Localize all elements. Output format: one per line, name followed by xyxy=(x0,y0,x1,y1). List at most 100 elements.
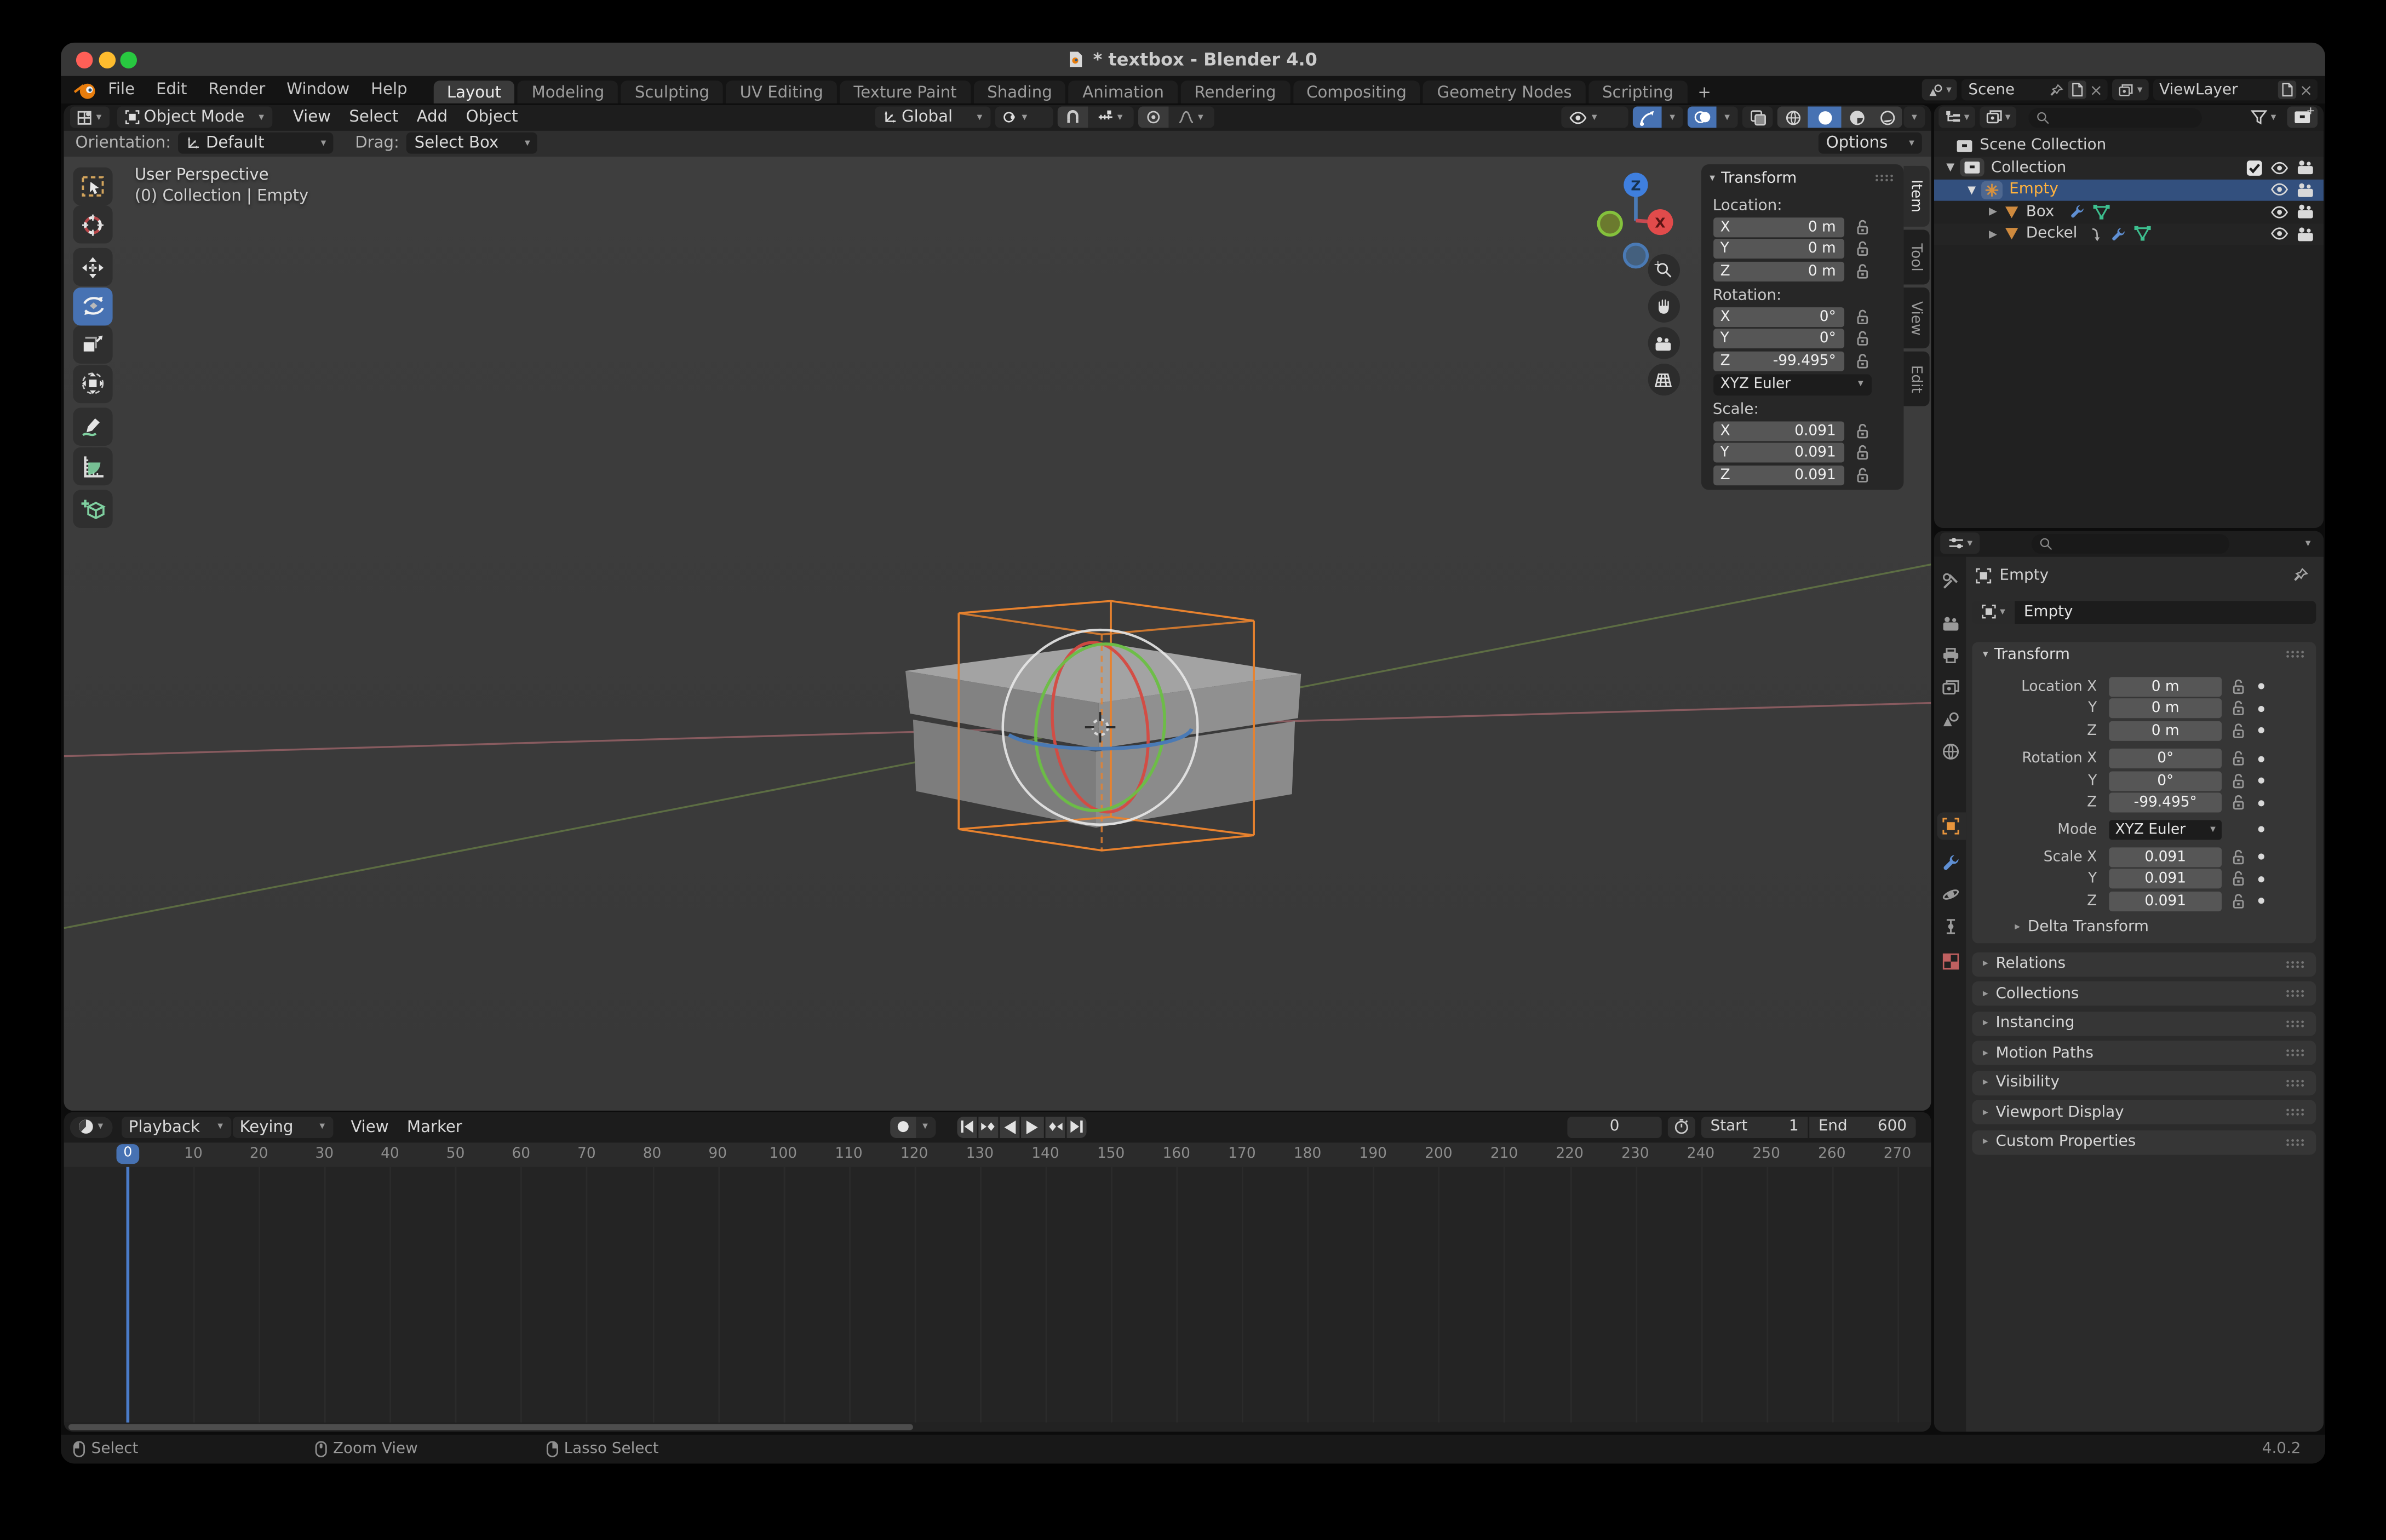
show-overlays-toggle[interactable] xyxy=(1688,106,1717,128)
shading-rendered-button[interactable] xyxy=(1872,106,1902,128)
menu-edit[interactable]: Edit xyxy=(146,81,198,99)
panel-visibility[interactable]: ▸Visibility xyxy=(1972,1070,2316,1094)
prop-rotation-y[interactable]: 0° xyxy=(2109,771,2222,790)
auto-keying-toggle[interactable] xyxy=(890,1116,915,1137)
lock-icon[interactable] xyxy=(2231,794,2246,811)
jump-to-next-keyframe-button[interactable] xyxy=(1045,1116,1064,1137)
prop-rotation-x[interactable]: 0° xyxy=(2109,749,2222,768)
frame-end-field[interactable]: End600 xyxy=(1809,1116,1915,1137)
prop-location-y[interactable]: 0 m xyxy=(2109,698,2222,718)
play-button[interactable] xyxy=(1020,1116,1043,1137)
rotation-z-field[interactable]: Z-99.495° xyxy=(1713,350,1844,370)
show-gizmo-toggle[interactable] xyxy=(1633,106,1662,128)
pin-id-icon[interactable] xyxy=(2292,567,2308,582)
properties-editor-type-dropdown[interactable]: ▾ xyxy=(1940,532,1980,554)
lock-icon[interactable] xyxy=(1854,422,1869,439)
menu-render[interactable]: Render xyxy=(198,81,276,99)
tab-object[interactable] xyxy=(1941,816,1959,834)
disable-render-camera-icon[interactable] xyxy=(2296,204,2314,220)
timeline-editor-type-dropdown[interactable]: ▾ xyxy=(69,1116,112,1137)
animate-dot[interactable] xyxy=(2258,854,2264,860)
tab-compositing[interactable]: Compositing xyxy=(1293,81,1420,104)
drag-mode-dropdown[interactable]: Select Box ▾ xyxy=(407,133,538,154)
toggle-xray-button[interactable] xyxy=(1742,106,1773,128)
panel-viewport-display[interactable]: ▸Viewport Display xyxy=(1972,1100,2316,1124)
animate-dot[interactable] xyxy=(2258,778,2264,784)
rotation-y-field[interactable]: Y0° xyxy=(1713,329,1844,348)
shading-material-preview-button[interactable] xyxy=(1842,106,1872,128)
lock-icon[interactable] xyxy=(1854,330,1869,347)
panel-grip-icon[interactable] xyxy=(1874,173,1894,182)
pivot-point-dropdown[interactable]: ▾ xyxy=(994,106,1052,128)
viewport-canvas[interactable]: User Perspective (0) Collection | Empty … xyxy=(63,157,1931,1110)
location-z-field[interactable]: Z0 m xyxy=(1713,261,1844,280)
rotation-x-field[interactable]: X0° xyxy=(1713,307,1844,326)
camera-view-button[interactable] xyxy=(1647,327,1679,359)
animate-dot[interactable] xyxy=(2258,705,2264,711)
exclude-checkbox[interactable] xyxy=(2245,159,2262,176)
n-panel-tab-edit[interactable]: Edit xyxy=(1903,352,1929,406)
rotation-mode-dropdown[interactable]: XYZ Euler▾ xyxy=(2109,819,2222,839)
expand-icon[interactable]: ▼ xyxy=(1968,183,1976,196)
timeline-track-area[interactable] xyxy=(63,1167,1931,1423)
play-reverse-button[interactable] xyxy=(999,1116,1019,1137)
animate-dot[interactable] xyxy=(2258,876,2264,882)
tab-scripting[interactable]: Scripting xyxy=(1588,81,1687,104)
add-menu[interactable]: Add xyxy=(408,108,457,126)
unlink-scene-icon[interactable] xyxy=(2091,84,2102,95)
animate-dot[interactable] xyxy=(2258,800,2264,806)
location-y-field[interactable]: Y0 m xyxy=(1713,239,1844,258)
rotate-tool[interactable] xyxy=(73,287,112,325)
blender-logo-icon[interactable] xyxy=(73,80,97,100)
outliner-row-deckel[interactable]: ▶ Deckel xyxy=(1934,223,2323,245)
tab-modifiers[interactable] xyxy=(1941,853,1959,871)
lock-icon[interactable] xyxy=(2231,870,2246,887)
tab-render[interactable] xyxy=(1941,614,1959,632)
animate-dot[interactable] xyxy=(2258,826,2264,832)
delta-transform-subpanel[interactable]: ▸Delta Transform xyxy=(2015,918,2149,935)
transform-orientation-dropdown[interactable]: Global ▾ xyxy=(874,106,990,128)
outliner-row-collection[interactable]: ▼ Collection xyxy=(1934,157,2323,179)
timeline-ruler[interactable]: 0102030405060708090100110120130140150160… xyxy=(63,1142,1931,1167)
tool-orientation-dropdown[interactable]: Default ▾ xyxy=(179,133,334,154)
animate-dot[interactable] xyxy=(2258,727,2264,733)
outliner-row-scene-collection[interactable]: Scene Collection xyxy=(1934,135,2323,157)
animate-dot[interactable] xyxy=(2258,683,2264,689)
lock-icon[interactable] xyxy=(2231,700,2246,717)
current-frame-field[interactable]: 0 xyxy=(1567,1116,1661,1137)
frame-start-field[interactable]: Start1 xyxy=(1701,1116,1808,1137)
tab-uv-editing[interactable]: UV Editing xyxy=(726,81,837,104)
collapse-icon[interactable]: ▶ xyxy=(1989,228,1997,240)
collapse-transform-icon[interactable]: ▾ xyxy=(1710,173,1715,183)
lock-icon[interactable] xyxy=(1854,466,1869,483)
object-menu[interactable]: Object xyxy=(457,108,527,126)
shading-settings-dropdown[interactable]: ▾ xyxy=(1903,106,1925,128)
snap-settings-dropdown[interactable]: ▾ xyxy=(1087,106,1133,128)
pin-scene-icon[interactable] xyxy=(2050,83,2064,96)
panel-grip-icon[interactable] xyxy=(2286,650,2305,659)
tab-modeling[interactable]: Modeling xyxy=(518,81,618,104)
properties-search-input[interactable] xyxy=(2032,533,2229,553)
prop-rotation-z[interactable]: -99.495° xyxy=(2109,792,2222,812)
timeline-marker-menu[interactable]: Marker xyxy=(398,1118,471,1136)
hide-eye-icon[interactable] xyxy=(2270,161,2288,175)
disable-render-camera-icon[interactable] xyxy=(2296,226,2314,242)
n-panel-tab-view[interactable]: View xyxy=(1903,288,1929,348)
lock-icon[interactable] xyxy=(2231,892,2246,909)
cursor-tool[interactable] xyxy=(73,205,112,243)
animate-dot[interactable] xyxy=(2258,898,2264,904)
menu-window[interactable]: Window xyxy=(276,81,360,99)
panel-relations[interactable]: ▸Relations xyxy=(1972,952,2316,976)
lock-icon[interactable] xyxy=(2231,678,2246,695)
menu-help[interactable]: Help xyxy=(360,81,418,99)
lock-icon[interactable] xyxy=(1854,219,1869,235)
scale-x-field[interactable]: X0.091 xyxy=(1713,421,1844,440)
jump-to-end-button[interactable] xyxy=(1066,1116,1086,1137)
outliner-row-empty[interactable]: ▼ Empty xyxy=(1934,179,2323,200)
tab-geometry-nodes[interactable]: Geometry Nodes xyxy=(1424,81,1586,104)
tab-sculpting[interactable]: Sculpting xyxy=(621,81,723,104)
mode-dropdown[interactable]: Object Mode ▾ xyxy=(117,106,272,128)
outliner-row-box[interactable]: ▶ Box xyxy=(1934,201,2323,223)
add-workspace-button[interactable]: + xyxy=(1690,81,1718,104)
menu-file[interactable]: File xyxy=(97,81,146,99)
